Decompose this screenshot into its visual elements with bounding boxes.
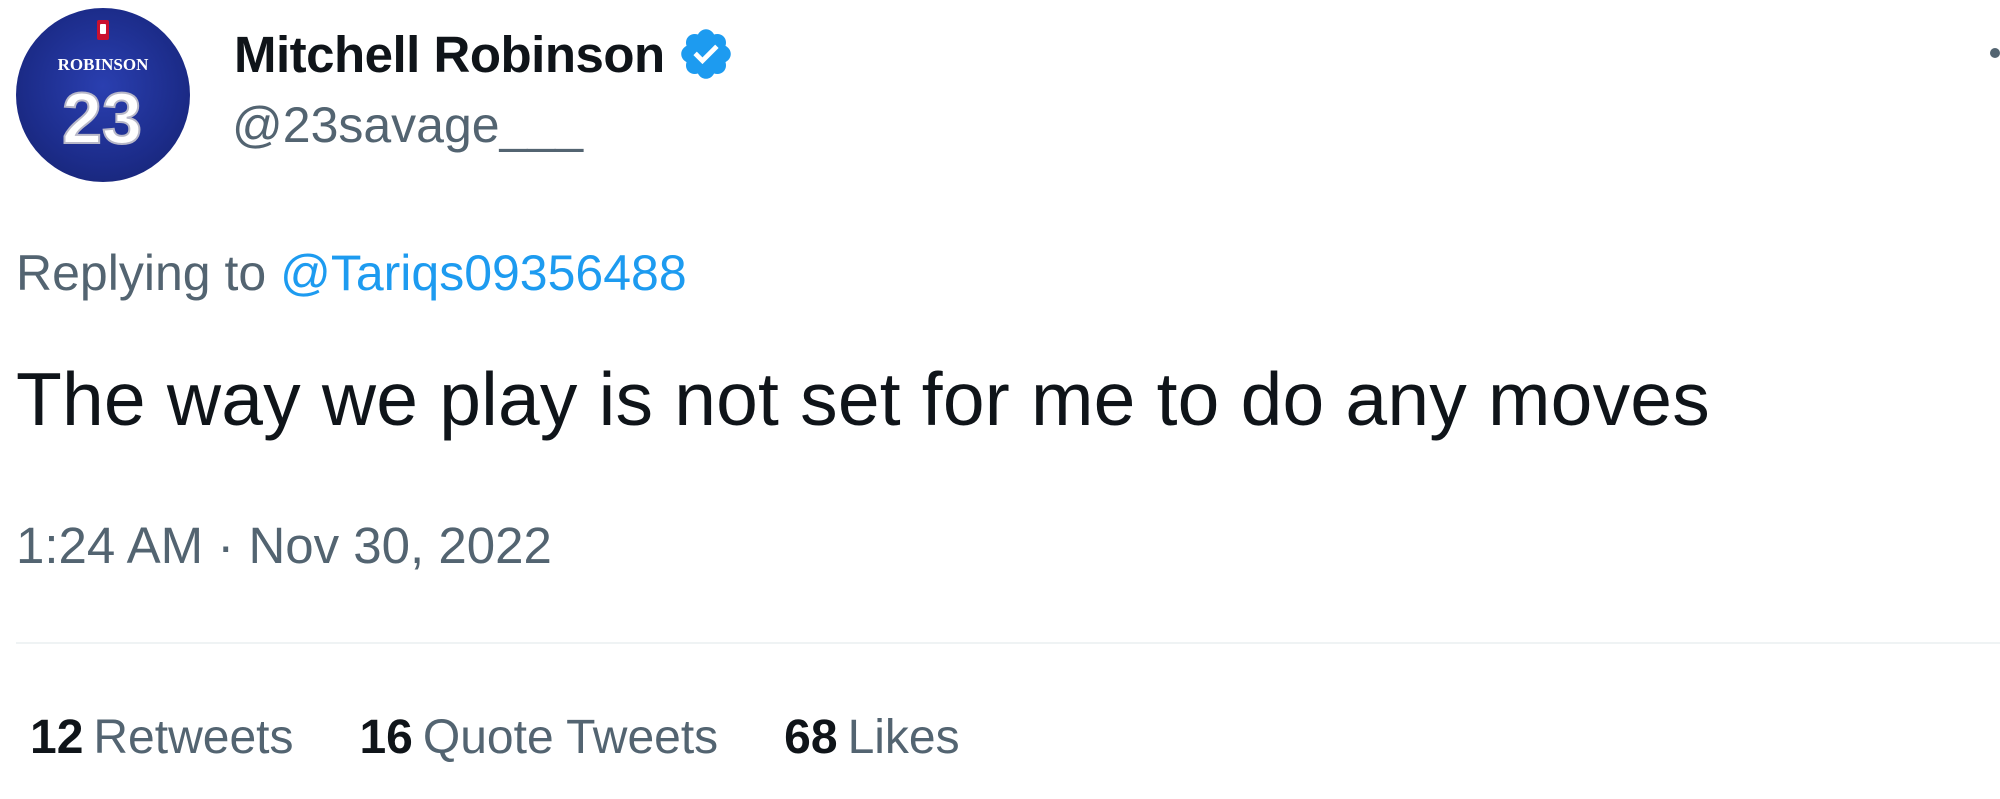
tweet-text: The way we play is not set for me to do … bbox=[16, 357, 1710, 441]
retweets-label: Retweets bbox=[93, 711, 294, 764]
jersey-avatar-image: ROBINSON 23 bbox=[58, 20, 149, 160]
avatar[interactable]: ROBINSON 23 bbox=[16, 8, 190, 182]
retweets-stat[interactable]: 12 Retweets bbox=[30, 710, 293, 765]
verified-badge-icon bbox=[677, 25, 735, 83]
quote-tweets-stat[interactable]: 16 Quote Tweets bbox=[359, 710, 718, 765]
replying-to-label: Replying to bbox=[16, 245, 267, 301]
likes-count: 68 bbox=[784, 711, 838, 764]
replying-to: Replying to @Tariqs09356488 bbox=[16, 244, 687, 302]
quote-tweets-count: 16 bbox=[359, 711, 413, 764]
engagement-stats: 12 Retweets 16 Quote Tweets 68 Likes bbox=[30, 710, 960, 765]
more-options-icon[interactable] bbox=[1990, 48, 2000, 58]
likes-label: Likes bbox=[847, 711, 960, 764]
author-name-row: Mitchell Robinson bbox=[234, 22, 735, 86]
author-display-name[interactable]: Mitchell Robinson bbox=[234, 25, 665, 84]
tweet-card: ROBINSON 23 Mitchell Robinson @23savage_… bbox=[0, 0, 2000, 799]
retweets-count: 12 bbox=[30, 711, 84, 764]
quote-tweets-label: Quote Tweets bbox=[422, 711, 719, 764]
divider bbox=[16, 642, 2000, 644]
tweet-timestamp[interactable]: 1:24 AM · Nov 30, 2022 bbox=[16, 516, 552, 575]
jersey-number: 23 bbox=[62, 79, 142, 159]
jersey-name: ROBINSON bbox=[58, 55, 149, 74]
reply-mention-link[interactable]: @Tariqs09356488 bbox=[280, 245, 687, 301]
author-handle[interactable]: @23savage___ bbox=[232, 96, 583, 154]
likes-stat[interactable]: 68 Likes bbox=[784, 710, 959, 765]
